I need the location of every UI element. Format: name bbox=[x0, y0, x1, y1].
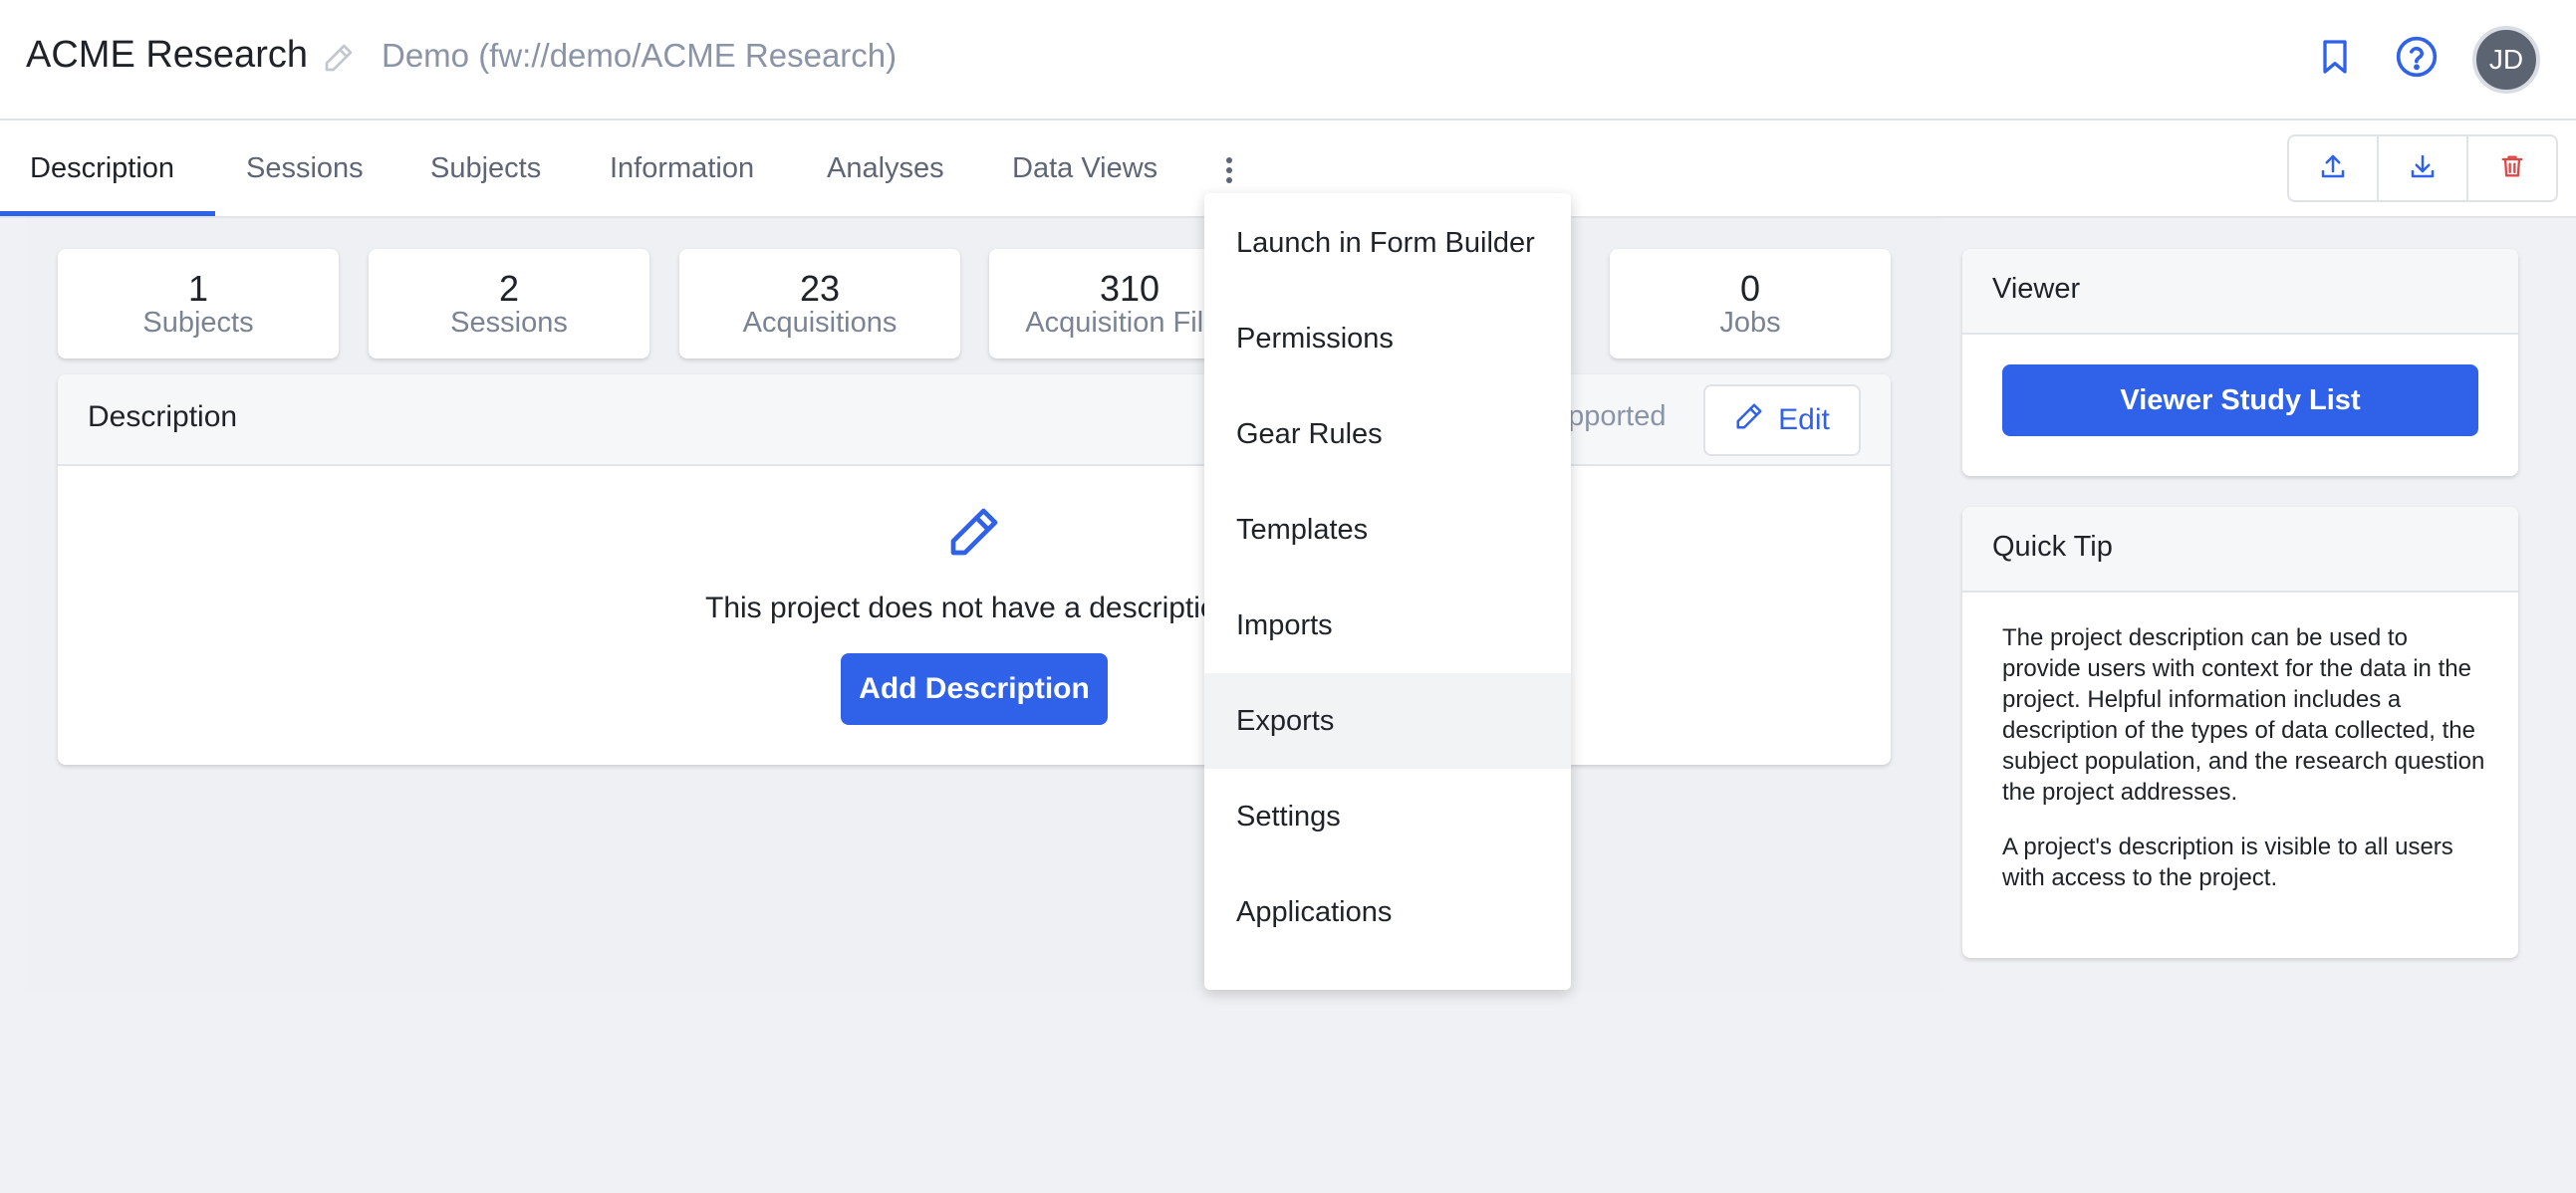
stat-value: 23 bbox=[799, 268, 841, 309]
upload-button[interactable] bbox=[2289, 136, 2379, 200]
tab-sessions[interactable]: Sessions bbox=[246, 152, 364, 185]
avatar[interactable]: JD bbox=[2472, 26, 2540, 94]
pencil-icon bbox=[1734, 401, 1764, 439]
pencil-icon bbox=[946, 504, 1002, 560]
menu-item-imports[interactable]: Imports bbox=[1204, 578, 1571, 673]
tab-description[interactable]: Description bbox=[30, 152, 174, 185]
stat-subjects[interactable]: 1 Subjects bbox=[58, 249, 339, 358]
stat-label: Acquisitions bbox=[742, 307, 898, 339]
tab-analyses[interactable]: Analyses bbox=[827, 152, 944, 185]
menu-item-gear-rules[interactable]: Gear Rules bbox=[1204, 386, 1571, 482]
more-vertical-icon[interactable] bbox=[1217, 154, 1241, 186]
empty-description-text: This project does not have a description bbox=[705, 592, 1234, 624]
tab-information[interactable]: Information bbox=[610, 152, 754, 185]
stat-value: 1 bbox=[187, 268, 209, 309]
stat-acquisitions[interactable]: 23 Acquisitions bbox=[679, 249, 960, 358]
quick-tip-body: The project description can be used to p… bbox=[1962, 593, 2518, 893]
stat-label: Subjects bbox=[142, 307, 254, 339]
menu-item-templates[interactable]: Templates bbox=[1204, 482, 1571, 578]
project-title: ACME Research bbox=[26, 34, 308, 76]
active-tab-indicator bbox=[0, 211, 215, 216]
viewer-study-list-button[interactable]: Viewer Study List bbox=[2002, 364, 2478, 436]
pencil-icon[interactable] bbox=[323, 42, 355, 74]
quick-tip-paragraph: The project description can be used to p… bbox=[2002, 624, 2485, 806]
delete-button[interactable] bbox=[2468, 136, 2556, 200]
trash-icon bbox=[2498, 151, 2526, 186]
more-actions-menu: Launch in Form Builder Permissions Gear … bbox=[1204, 193, 1571, 990]
edit-description-button[interactable]: Edit bbox=[1703, 384, 1861, 456]
stat-sessions[interactable]: 2 Sessions bbox=[369, 249, 649, 358]
stat-value: 0 bbox=[1739, 268, 1761, 309]
tab-subjects[interactable]: Subjects bbox=[430, 152, 541, 185]
menu-item-settings[interactable]: Settings bbox=[1204, 769, 1571, 864]
menu-item-permissions[interactable]: Permissions bbox=[1204, 291, 1571, 386]
add-description-button[interactable]: Add Description bbox=[841, 653, 1108, 725]
stat-value: 2 bbox=[498, 268, 520, 309]
stat-label: Jobs bbox=[1719, 307, 1781, 339]
description-header: Description upported Edit bbox=[58, 374, 1891, 466]
help-icon[interactable] bbox=[2393, 33, 2441, 81]
upload-icon bbox=[2318, 151, 2348, 186]
menu-item-exports[interactable]: Exports bbox=[1204, 673, 1571, 769]
stat-label: Sessions bbox=[450, 307, 568, 339]
project-actions bbox=[2287, 134, 2558, 202]
top-bar: ACME Research Demo (fw://demo/ACME Resea… bbox=[0, 0, 2576, 120]
bookmark-icon[interactable] bbox=[2311, 33, 2359, 81]
description-title: Description bbox=[88, 400, 238, 433]
tab-data-views[interactable]: Data Views bbox=[1012, 152, 1158, 185]
description-card: Description upported Edit This project d… bbox=[58, 374, 1891, 765]
menu-item-applications[interactable]: Applications bbox=[1204, 864, 1571, 960]
edit-label: Edit bbox=[1778, 403, 1830, 436]
stat-jobs[interactable]: 0 Jobs bbox=[1610, 249, 1891, 358]
viewer-card: Viewer Viewer Study List bbox=[1962, 249, 2518, 476]
quick-tip-title: Quick Tip bbox=[1962, 507, 2518, 593]
download-icon bbox=[2408, 151, 2438, 186]
viewer-title: Viewer bbox=[1962, 249, 2518, 335]
quick-tip-paragraph: A project's description is visible to al… bbox=[2002, 834, 2453, 891]
quick-tip-card: Quick Tip The project description can be… bbox=[1962, 507, 2518, 958]
download-button[interactable] bbox=[2379, 136, 2468, 200]
project-path: Demo (fw://demo/ACME Research) bbox=[382, 37, 898, 74]
menu-item-launch-form-builder[interactable]: Launch in Form Builder bbox=[1204, 195, 1571, 291]
